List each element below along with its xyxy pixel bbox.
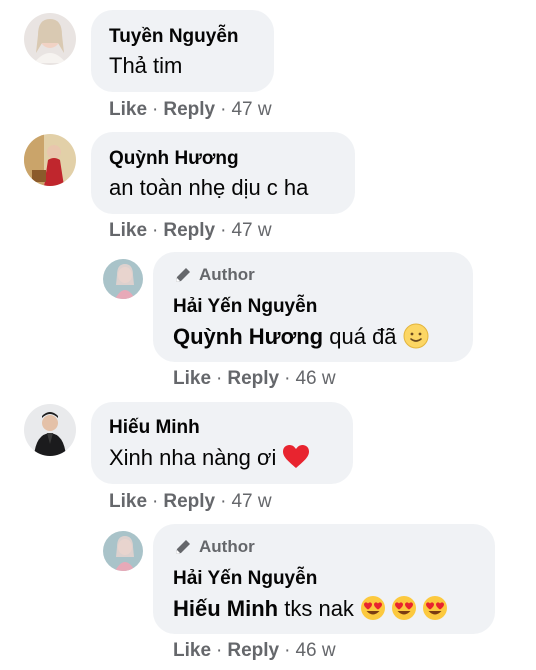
comment-timestamp[interactable]: 47 w [231,99,271,120]
comment-bubble: Hiếu Minh Xinh nha nàng ơi [91,402,353,484]
slightly-smiling-face-icon [403,323,429,355]
comment-author[interactable]: Hải Yến Nguyễn [173,568,495,590]
avatar[interactable] [24,404,76,456]
comment-timestamp[interactable]: 47 w [231,220,271,241]
comment-author[interactable]: Quỳnh Hương [109,148,355,170]
mention-tag[interactable]: Hiếu Minh [173,596,278,621]
like-button[interactable]: Like [173,640,211,661]
author-badge: Author [173,537,495,557]
like-button[interactable]: Like [109,220,147,241]
comment-actions: Like · Reply · 47 w [109,99,272,120]
comment-bubble: Author Hải Yến Nguyễn Quỳnh Hương quá đã [153,252,473,362]
avatar[interactable] [103,531,143,571]
author-badge-label: Author [199,537,255,556]
like-button[interactable]: Like [173,368,211,389]
red-heart-icon [282,444,310,476]
heart-eyes-icon [360,595,448,627]
comment-text: Xinh nha nàng ơi [109,444,353,476]
author-badge-label: Author [199,265,255,284]
comment-text: Quỳnh Hương quá đã [173,323,473,355]
comment-actions: Like · Reply · 47 w [109,220,272,241]
reply-button[interactable]: Reply [163,99,215,120]
mention-tag[interactable]: Quỳnh Hương [173,324,323,349]
pencil-icon [176,540,190,554]
comment-timestamp[interactable]: 46 w [295,368,335,389]
reply-button[interactable]: Reply [227,640,279,661]
avatar[interactable] [24,13,76,65]
comment-author[interactable]: Hải Yến Nguyễn [173,296,473,318]
pencil-icon [176,268,190,282]
comment-actions: Like · Reply · 46 w [173,368,336,389]
comment-actions: Like · Reply · 47 w [109,491,272,512]
reply-button[interactable]: Reply [163,220,215,241]
comment-bubble: Author Hải Yến Nguyễn Hiếu Minh tks nak [153,524,495,634]
comment-text: an toàn nhẹ dịu c ha [109,175,309,200]
comment-timestamp[interactable]: 46 w [295,640,335,661]
comment-text: Thả tim [109,53,183,78]
avatar[interactable] [103,259,143,299]
comment-bubble: Tuyền Nguyễn Thả tim [91,10,274,92]
comment-author[interactable]: Tuyền Nguyễn [109,26,274,48]
comment-author[interactable]: Hiếu Minh [109,417,353,439]
like-button[interactable]: Like [109,99,147,120]
author-badge: Author [173,265,473,285]
comment-text: Hiếu Minh tks nak [173,595,495,627]
avatar[interactable] [24,134,76,186]
comment-timestamp[interactable]: 47 w [231,491,271,512]
like-button[interactable]: Like [109,491,147,512]
reply-button[interactable]: Reply [227,368,279,389]
comment-actions: Like · Reply · 46 w [173,640,336,661]
comment-bubble: Quỳnh Hương an toàn nhẹ dịu c ha [91,132,355,214]
reply-button[interactable]: Reply [163,491,215,512]
